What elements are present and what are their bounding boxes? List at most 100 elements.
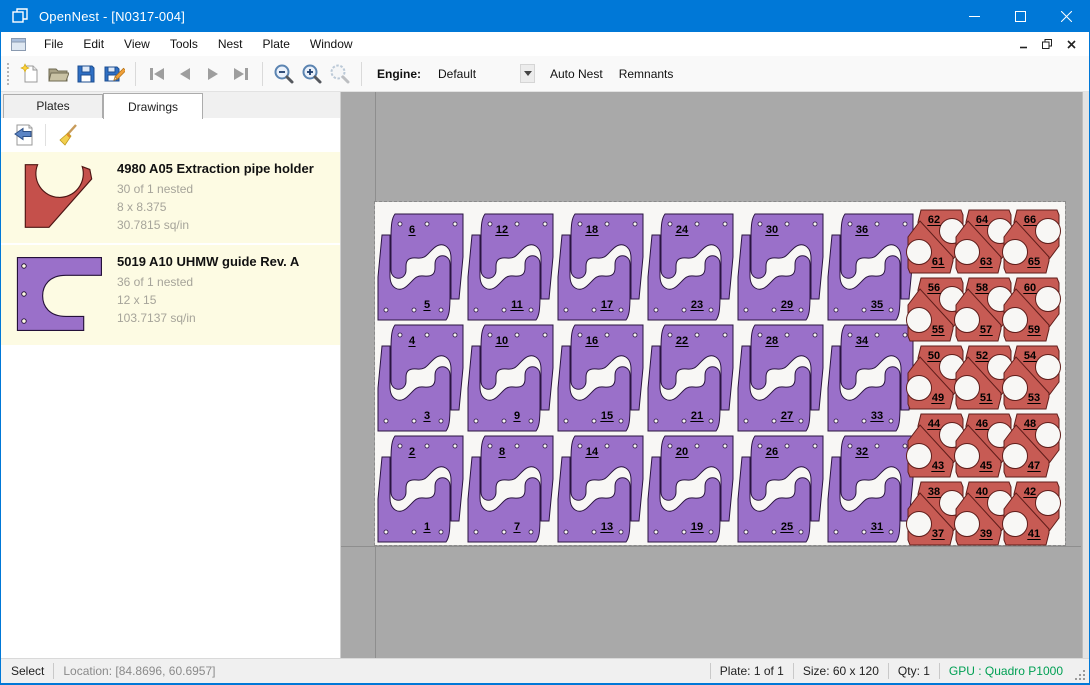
mdi-minimize-button[interactable] xyxy=(1013,35,1033,53)
canvas-scrollbar[interactable] xyxy=(1082,92,1089,658)
mdi-minimize-icon xyxy=(1019,40,1028,49)
engine-select-value[interactable]: Default xyxy=(438,67,520,81)
part-number: 16 xyxy=(586,335,598,347)
drawing-title: 5019 A10 UHMW guide Rev. A xyxy=(117,254,299,269)
auto-nest-button[interactable]: Auto Nest xyxy=(543,62,610,86)
nested-pair-purple[interactable]: 10 9 xyxy=(468,325,553,431)
part-number: 10 xyxy=(496,335,508,347)
nest-canvas[interactable]: 6512111817242330293635431091615222128273… xyxy=(341,92,1089,658)
part-number: 52 xyxy=(976,350,988,362)
save-button[interactable] xyxy=(72,60,100,88)
drawing-area: 30.7815 sq/in xyxy=(117,216,314,234)
resize-grip[interactable] xyxy=(1071,666,1087,682)
remnants-button[interactable]: Remnants xyxy=(612,62,681,86)
drawing-nested: 30 of 1 nested xyxy=(117,180,314,198)
nested-pair-purple[interactable]: 3231 xyxy=(828,436,913,542)
part-number: 2 xyxy=(409,446,415,458)
save-as-button[interactable] xyxy=(100,60,128,88)
plate[interactable]: 6512111817242330293635431091615222128273… xyxy=(375,202,1065,545)
part-number: 1 xyxy=(424,521,430,533)
part-number: 33 xyxy=(871,410,883,422)
import-drawing-icon xyxy=(12,123,36,147)
part-number: 17 xyxy=(601,299,613,311)
zoom-out-button[interactable] xyxy=(270,60,298,88)
clear-drawings-button[interactable] xyxy=(52,121,82,149)
toolbar-grip[interactable] xyxy=(6,62,10,86)
mdi-close-icon xyxy=(1067,40,1076,49)
main-area: Plates Drawings xyxy=(1,92,1089,658)
nested-pair-purple[interactable]: 43 xyxy=(378,325,463,431)
nested-pair-purple[interactable]: 1211 xyxy=(468,214,553,320)
part-number: 31 xyxy=(871,521,883,533)
menu-edit[interactable]: Edit xyxy=(73,34,114,54)
nested-pair-purple[interactable]: 1817 xyxy=(558,214,643,320)
nested-pair-purple[interactable]: 87 xyxy=(468,436,553,542)
go-last-icon xyxy=(230,63,252,85)
nested-pair-purple[interactable]: 34 33 xyxy=(828,325,913,431)
nested-pair-purple[interactable]: 65 xyxy=(378,214,463,320)
nested-pair-purple[interactable]: 3635 xyxy=(828,214,913,320)
engine-label: Engine: xyxy=(377,67,421,81)
menu-plate[interactable]: Plate xyxy=(253,34,300,54)
menu-nest[interactable]: Nest xyxy=(208,34,253,54)
menu-tools[interactable]: Tools xyxy=(160,34,208,54)
nested-pair-purple[interactable]: 3029 xyxy=(738,214,823,320)
nested-pair-purple[interactable]: 24 23 xyxy=(648,214,733,320)
nested-pair-purple[interactable]: 2221 xyxy=(648,325,733,431)
menu-view[interactable]: View xyxy=(114,34,160,54)
part-number: 44 xyxy=(928,418,941,430)
new-file-button[interactable] xyxy=(16,60,44,88)
go-next-button[interactable] xyxy=(199,60,227,88)
status-qty: Qty: 1 xyxy=(898,664,930,678)
mdi-close-button[interactable] xyxy=(1061,35,1081,53)
status-mode: Select xyxy=(11,664,44,678)
zoom-fit-button[interactable] xyxy=(326,60,354,88)
open-file-button[interactable] xyxy=(44,60,72,88)
menu-file[interactable]: File xyxy=(34,34,73,54)
nested-pair-purple[interactable]: 1615 xyxy=(558,325,643,431)
part-number: 29 xyxy=(781,299,793,311)
part-number: 51 xyxy=(980,392,992,404)
part-number: 41 xyxy=(1028,528,1040,540)
part-number: 21 xyxy=(691,410,703,422)
part-number: 23 xyxy=(691,299,703,311)
nested-pair-purple[interactable]: 21 xyxy=(378,436,463,542)
zoom-in-button[interactable] xyxy=(298,60,326,88)
part-number: 9 xyxy=(514,410,520,422)
chevron-down-icon xyxy=(524,71,532,76)
menu-bar: File Edit View Tools Nest Plate Window xyxy=(1,32,1089,56)
part-number: 54 xyxy=(1024,350,1037,362)
status-location: Location: [84.8696, 60.6957] xyxy=(63,664,215,678)
part-number: 24 xyxy=(676,224,689,236)
nested-pair-purple[interactable]: 1413 xyxy=(558,436,643,542)
drawing-item-5019[interactable]: 5019 A10 UHMW guide Rev. A 36 of 1 neste… xyxy=(1,245,340,345)
maximize-button[interactable] xyxy=(997,0,1043,32)
part-number: 66 xyxy=(1024,214,1036,226)
nested-pair-purple[interactable]: 2827 xyxy=(738,325,823,431)
part-number: 25 xyxy=(781,521,793,533)
nested-pair-purple[interactable]: 26 25 xyxy=(738,436,823,542)
go-previous-button[interactable] xyxy=(171,60,199,88)
canvas-guide-horizontal xyxy=(341,546,1081,547)
tab-plates[interactable]: Plates xyxy=(3,94,103,118)
go-first-button[interactable] xyxy=(143,60,171,88)
tab-drawings[interactable]: Drawings xyxy=(103,93,203,119)
drawing-item-4980[interactable]: 4980 A05 Extraction pipe holder 30 of 1 … xyxy=(1,152,340,243)
part-number: 34 xyxy=(856,335,869,347)
import-drawing-button[interactable] xyxy=(9,121,39,149)
red-part-shape xyxy=(25,165,91,228)
part-number: 49 xyxy=(932,392,944,404)
mdi-restore-button[interactable] xyxy=(1037,35,1057,53)
menu-window[interactable]: Window xyxy=(300,34,363,54)
save-as-icon xyxy=(103,63,125,85)
part-number: 26 xyxy=(766,446,778,458)
minimize-button[interactable] xyxy=(951,0,997,32)
purple-part-shape xyxy=(17,258,101,331)
part-number: 53 xyxy=(1028,392,1040,404)
close-button[interactable] xyxy=(1043,0,1089,32)
broom-icon xyxy=(55,123,79,147)
nested-pair-purple[interactable]: 2019 xyxy=(648,436,733,542)
go-last-button[interactable] xyxy=(227,60,255,88)
mdi-restore-icon xyxy=(1042,39,1052,49)
engine-dropdown-button[interactable] xyxy=(520,64,535,83)
